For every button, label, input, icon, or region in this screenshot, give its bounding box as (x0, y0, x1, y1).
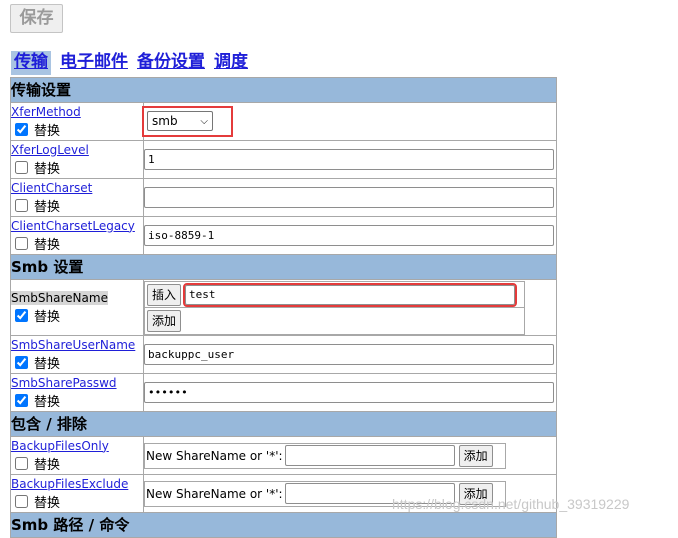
add-button[interactable]: 添加 (458, 444, 493, 467)
setting-value-cell (143, 373, 557, 412)
setting-value-cell: 插入 添加 (143, 279, 557, 336)
override-checkbox[interactable] (15, 122, 28, 136)
config-table: 传输设置 XferMethod 替换 smb ⌵ XferLogLevel 替换 (10, 77, 557, 538)
override-control: 替换 (11, 196, 143, 215)
override-checkbox[interactable] (15, 355, 28, 369)
section-header-include-exclude: 包含 / 排除 (10, 411, 557, 437)
setting-label-cell: SmbShareName 替换 (10, 279, 144, 336)
override-checkbox[interactable] (15, 494, 28, 508)
setting-row-smbsharename: SmbShareName 替换 插入 添加 (10, 279, 557, 336)
setting-row-smbshareusername: SmbShareUserName 替换 (10, 335, 557, 374)
override-label: 替换 (34, 199, 61, 215)
insert-button[interactable]: 插入 (147, 283, 182, 306)
setting-row-xferloglevel: XferLogLevel 替换 (10, 140, 557, 179)
section-title: 传输设置 (10, 77, 557, 103)
clientcharset-input[interactable] (144, 187, 554, 208)
setting-label-cell: SmbSharePasswd 替换 (10, 373, 144, 412)
select-value: smb (152, 114, 178, 128)
setting-label-cell: SmbShareUserName 替换 (10, 335, 144, 374)
setting-label-cell: BackupFilesExclude 替换 (10, 474, 144, 513)
override-checkbox[interactable] (15, 198, 28, 212)
tab-email[interactable]: 电子邮件 (60, 51, 128, 73)
setting-value-cell (143, 178, 557, 217)
setting-name-link[interactable]: BackupFilesOnly (11, 439, 143, 453)
setting-value-cell (143, 335, 557, 374)
tab-bar: 传输 电子邮件 备份设置 调度 (11, 51, 257, 77)
override-checkbox[interactable] (15, 456, 28, 470)
tab-backup-settings[interactable]: 备份设置 (137, 51, 205, 73)
chevron-down-icon: ⌵ (200, 115, 208, 127)
section-header-transfer: 传输设置 (10, 77, 557, 103)
setting-value-cell: smb ⌵ (142, 102, 557, 141)
override-label: 替换 (34, 495, 61, 511)
new-share-row: New ShareName or '*': 添加 (146, 444, 504, 467)
add-share-button[interactable]: 添加 (147, 309, 182, 332)
setting-row-clientcharset: ClientCharset 替换 (10, 178, 557, 217)
override-control: 替换 (11, 158, 143, 177)
new-share-box: New ShareName or '*': 添加 (144, 442, 506, 469)
setting-value-cell: New ShareName or '*': 添加 (143, 436, 557, 475)
override-label: 替换 (34, 394, 61, 410)
share-list-footer: 添加 (145, 308, 524, 334)
section-header-smb-paths: Smb 路径 / 命令 (10, 512, 557, 538)
override-control: 替换 (11, 120, 143, 139)
override-label: 替换 (34, 237, 61, 253)
setting-name-link[interactable]: XferLogLevel (11, 143, 143, 157)
clientcharsetlegacy-input[interactable] (144, 225, 554, 246)
setting-name-link[interactable]: XferMethod (11, 105, 143, 119)
new-share-prompt: New ShareName or '*': (146, 448, 283, 463)
section-title: Smb 设置 (10, 254, 557, 280)
setting-name-label: SmbShareName (11, 290, 108, 305)
tab-schedule[interactable]: 调度 (214, 51, 248, 73)
smbsharepasswd-input[interactable] (144, 382, 554, 403)
setting-row-xfermethod: XferMethod 替换 smb ⌵ (10, 102, 557, 141)
override-label: 替换 (34, 161, 61, 177)
override-checkbox[interactable] (15, 308, 28, 322)
setting-row-smbsharepasswd: SmbSharePasswd 替换 (10, 373, 557, 412)
highlight-box: smb ⌵ (142, 106, 233, 137)
xferloglevel-input[interactable] (144, 149, 554, 170)
override-checkbox[interactable] (15, 393, 28, 407)
setting-name-link[interactable]: BackupFilesExclude (11, 477, 143, 491)
xfermethod-select[interactable]: smb ⌵ (147, 111, 213, 131)
setting-label-cell: BackupFilesOnly 替换 (10, 436, 144, 475)
setting-label-cell: XferMethod 替换 (10, 102, 144, 141)
setting-row-backupfilesonly: BackupFilesOnly 替换 New ShareName or '*':… (10, 436, 557, 475)
section-header-smb: Smb 设置 (10, 254, 557, 280)
override-label: 替换 (34, 309, 61, 325)
smbshareusername-input[interactable] (144, 344, 554, 365)
setting-label-cell: ClientCharsetLegacy 替换 (10, 216, 144, 255)
override-checkbox[interactable] (15, 160, 28, 174)
override-checkbox[interactable] (15, 236, 28, 250)
backupfilesonly-share-input[interactable] (284, 445, 455, 466)
section-title: 包含 / 排除 (10, 411, 557, 437)
override-control: 替换 (11, 492, 143, 511)
override-control: 替换 (11, 391, 143, 410)
setting-name-link[interactable]: ClientCharset (11, 181, 143, 195)
save-button[interactable]: 保存 (10, 4, 63, 33)
setting-row-clientcharsetlegacy: ClientCharsetLegacy 替换 (10, 216, 557, 255)
override-label: 替换 (34, 457, 61, 473)
override-control: 替换 (11, 353, 143, 372)
setting-name-link[interactable]: ClientCharsetLegacy (11, 219, 143, 233)
section-title: Smb 路径 / 命令 (10, 512, 557, 538)
setting-value-cell (143, 140, 557, 179)
setting-label-cell: ClientCharset 替换 (10, 178, 144, 217)
setting-value-cell (143, 216, 557, 255)
override-control: 替换 (11, 306, 143, 325)
setting-name-link[interactable]: SmbSharePasswd (11, 376, 143, 390)
smbsharename-input[interactable] (183, 282, 518, 307)
watermark: https://blog.csdn.net/github_39319229 (392, 496, 630, 512)
override-label: 替换 (34, 123, 61, 139)
new-share-prompt: New ShareName or '*': (146, 486, 283, 501)
tab-transfer[interactable]: 传输 (11, 51, 51, 75)
override-label: 替换 (34, 356, 61, 372)
setting-name-link[interactable]: SmbShareUserName (11, 338, 143, 352)
setting-label-cell: XferLogLevel 替换 (10, 140, 144, 179)
share-list: 插入 添加 (144, 280, 525, 335)
share-list-row: 插入 (145, 282, 524, 308)
override-control: 替换 (11, 234, 143, 253)
override-control: 替换 (11, 454, 143, 473)
